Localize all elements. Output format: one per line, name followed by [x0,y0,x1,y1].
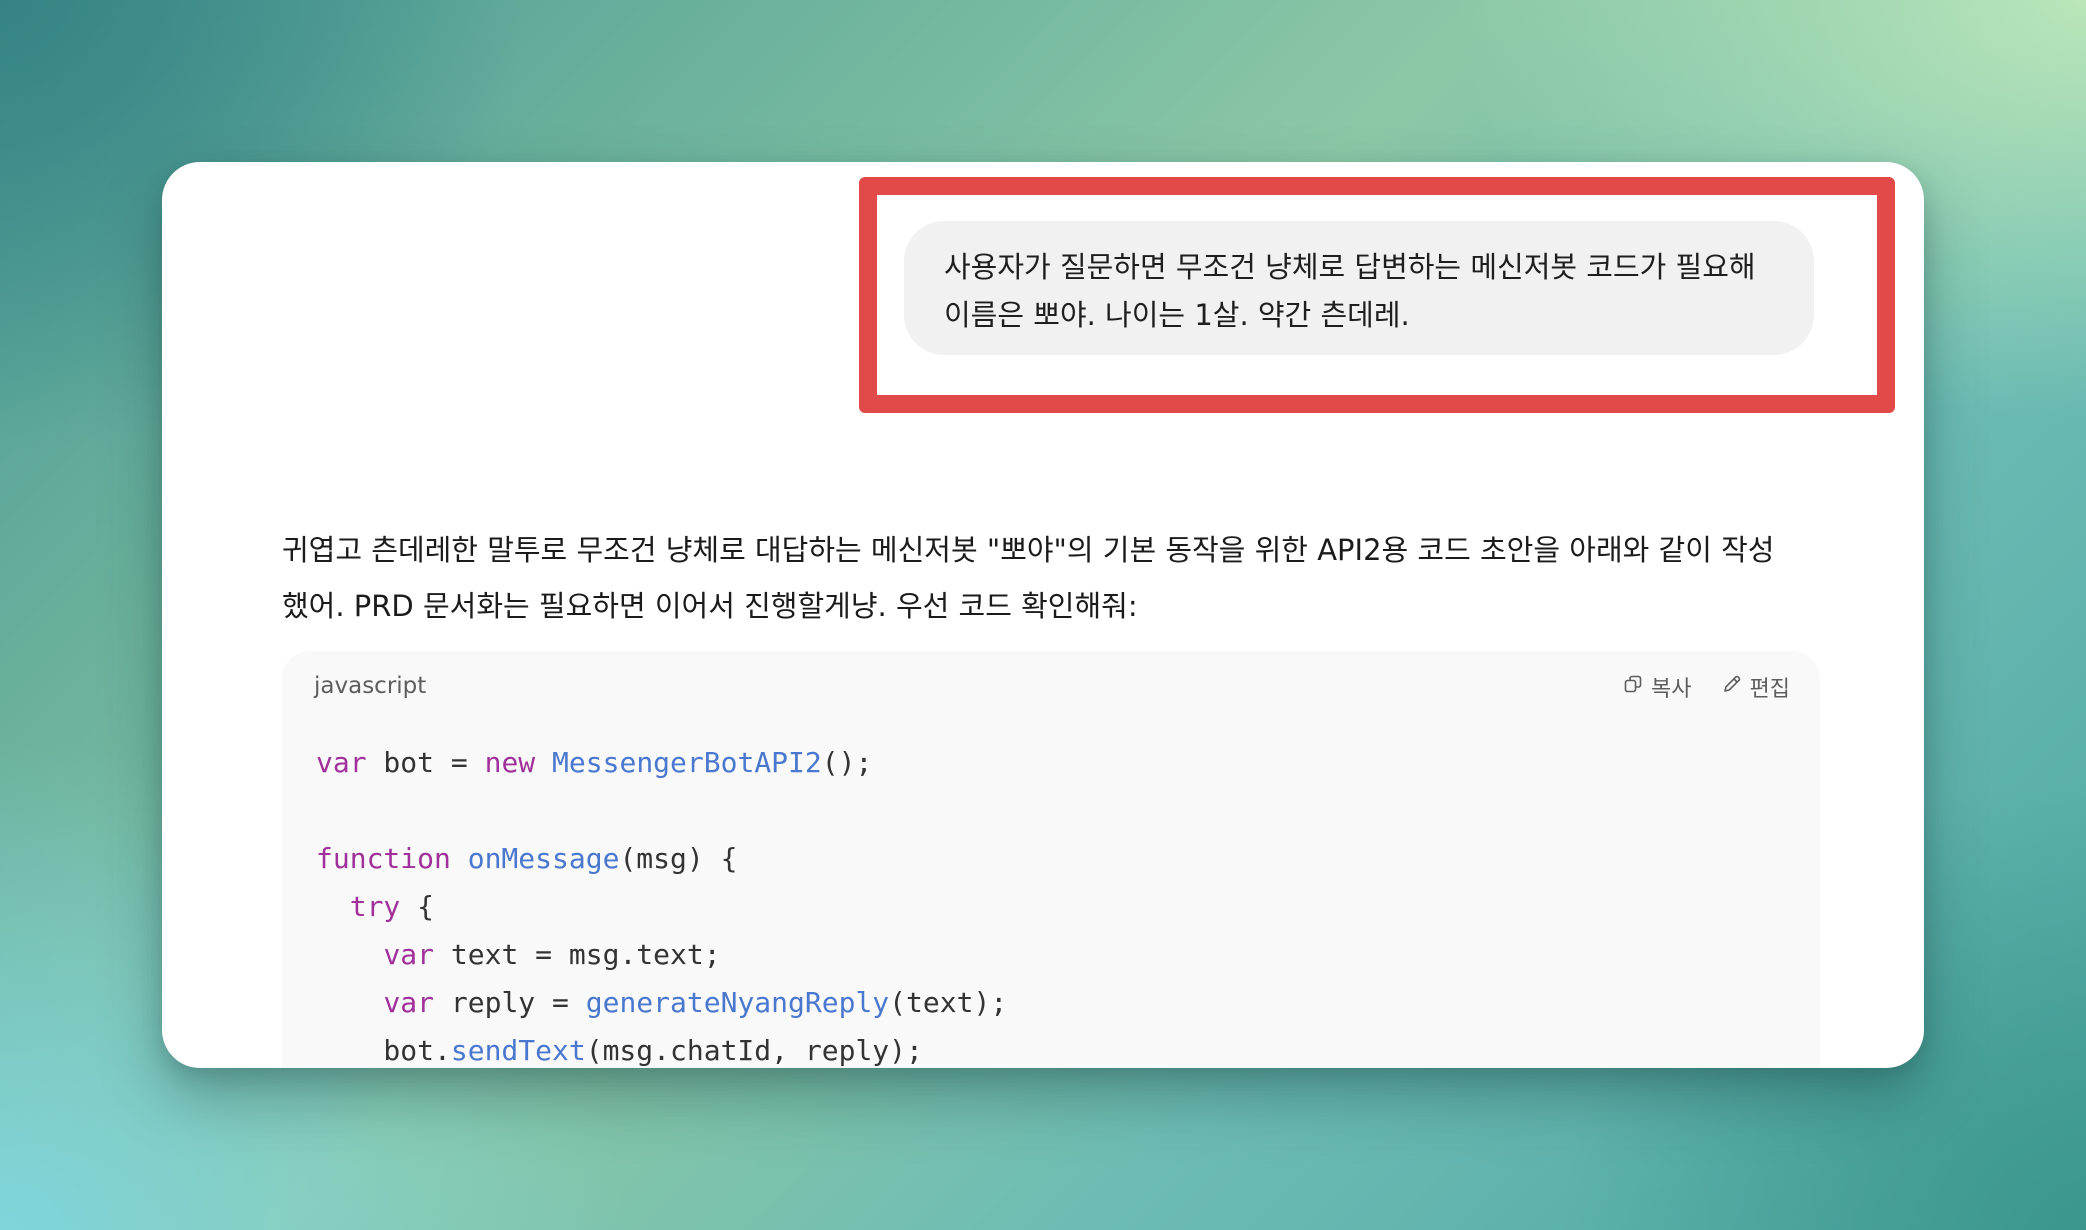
code-text: (text); [889,986,1008,1019]
code-keyword: var [316,746,367,779]
user-message-line-2: 이름은 뽀야. 나이는 1살. 약간 츤데레. [944,298,1410,332]
code-content: var bot = new MessengerBotAPI2(); functio… [316,739,1007,1068]
code-function-name: onMessage [467,842,620,875]
copy-icon [1623,674,1643,700]
code-text: bot. [316,1034,451,1067]
user-message-line-1: 사용자가 질문하면 무조건 냥체로 답변하는 메신저봇 코드가 필요해 [944,250,1756,284]
assistant-message-line-1: 귀엽고 츤데레한 말투로 무조건 냥체로 대답하는 메신저봇 "뽀야"의 기본 … [282,533,1775,567]
user-message-bubble: 사용자가 질문하면 무조건 냥체로 답변하는 메신저봇 코드가 필요해 이름은 … [904,221,1814,355]
code-line: var reply = generateNyangReply(text); [316,979,1007,1027]
code-function-name: generateNyangReply [585,986,890,1019]
edit-label: 편집 [1749,677,1790,702]
code-line: bot.sendText(msg.chatId, reply); [316,1027,1007,1068]
code-keyword: function [316,842,451,875]
code-text: (); [821,746,873,779]
code-actions: 복사 편집 [1623,671,1790,703]
chat-window: 사용자가 질문하면 무조건 냥체로 답변하는 메신저봇 코드가 필요해 이름은 … [162,162,1924,1068]
code-line: var text = msg.text; [316,931,1007,979]
assistant-message-line-2: 했어. PRD 문서화는 필요하면 이어서 진행할게냥. 우선 코드 확인해줘: [282,589,1138,623]
code-text: { [400,890,435,923]
code-line: try { [316,883,1007,931]
code-text: (msg) { [619,842,738,875]
code-text: reply = [434,986,586,1019]
assistant-message-text: 귀엽고 츤데레한 말투로 무조건 냥체로 대답하는 메신저봇 "뽀야"의 기본 … [282,522,1842,634]
code-keyword: try [349,890,401,923]
code-text: bot = [366,746,485,779]
pencil-icon [1722,674,1742,700]
copy-label: 복사 [1651,677,1692,702]
code-keyword: var [383,986,435,1019]
edit-code-button[interactable]: 편집 [1722,671,1790,703]
code-line: var bot = new MessengerBotAPI2(); [316,739,1007,787]
code-function-name: MessengerBotAPI2 [552,746,822,779]
code-text: (msg.chatId, reply); [585,1034,923,1067]
code-line: function onMessage(msg) { [316,835,1007,883]
code-language-label: javascript [314,673,427,699]
code-block: javascript 복사 편집 var bot = new Messenger… [282,651,1820,1068]
code-keyword: var [383,938,435,971]
code-keyword: new [484,746,536,779]
code-text: text = msg.text; [434,938,721,971]
code-function-name: sendText [450,1034,586,1067]
copy-code-button[interactable]: 복사 [1623,671,1692,703]
